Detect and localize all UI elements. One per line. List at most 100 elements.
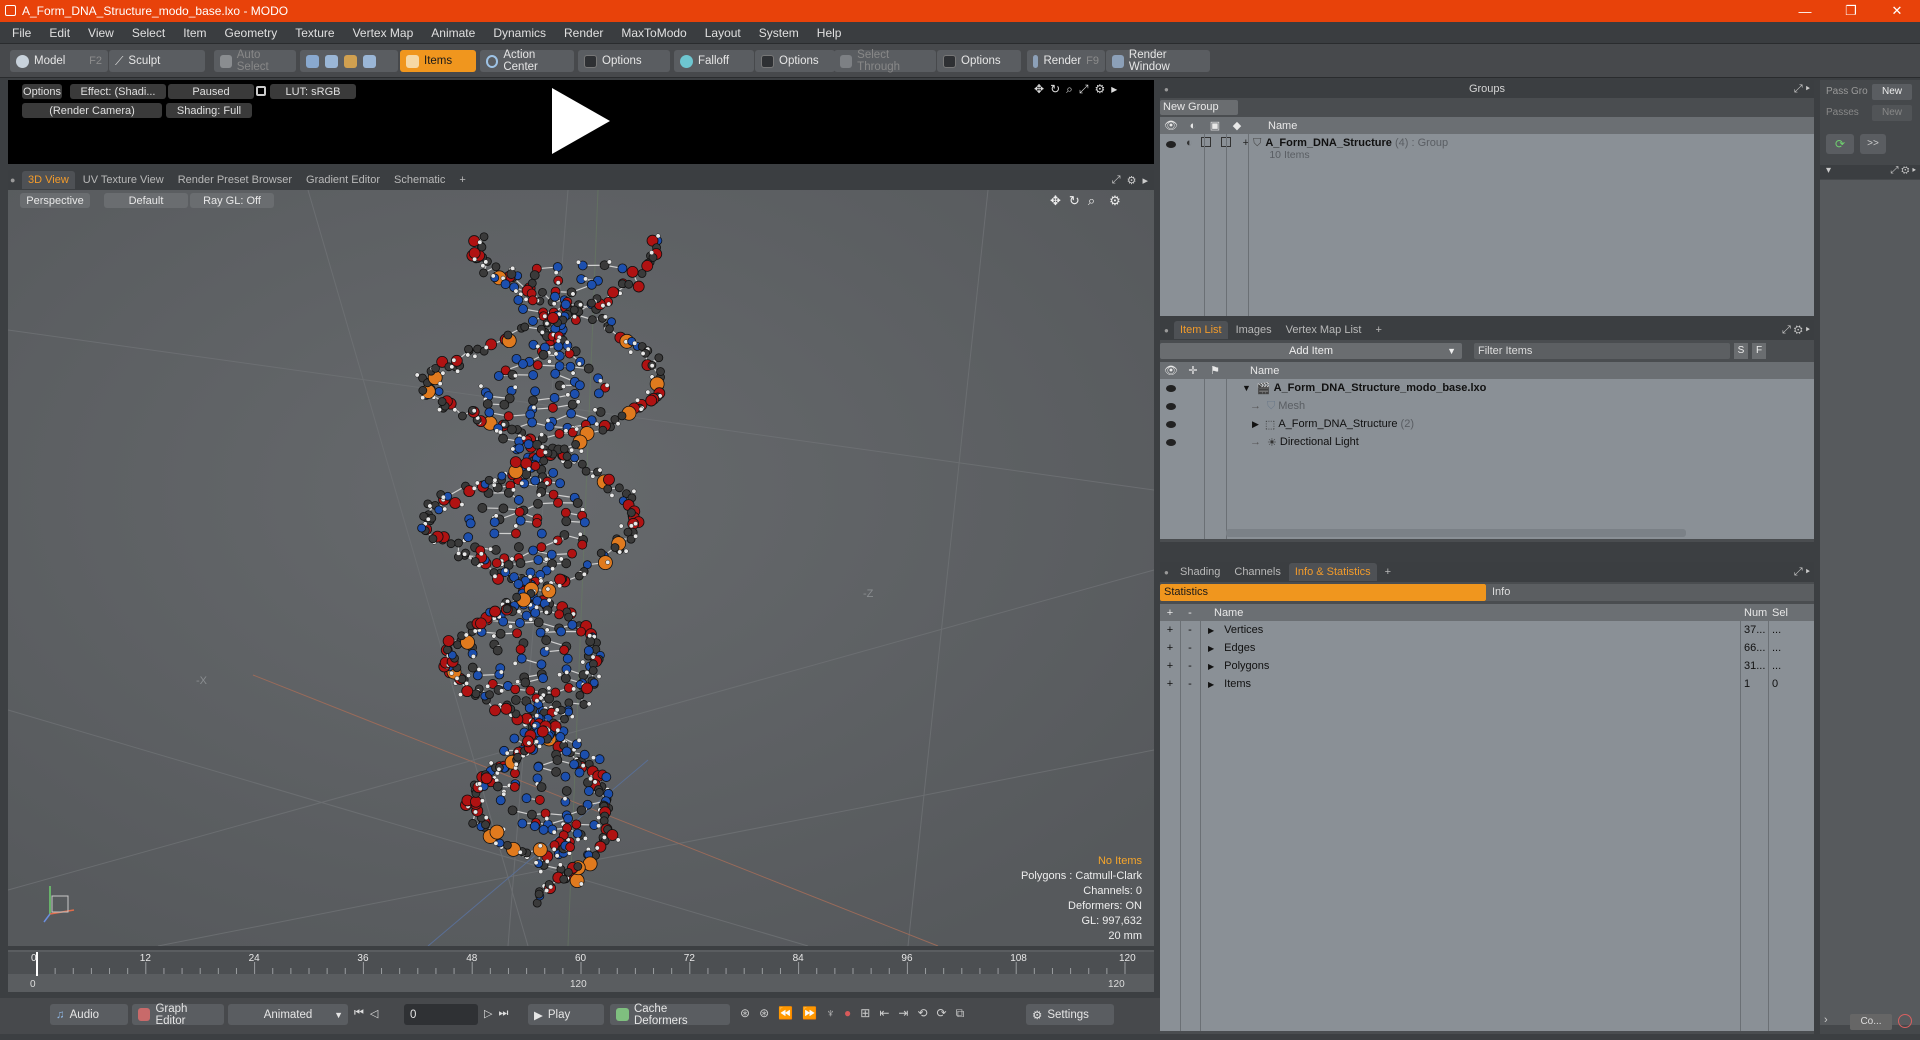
tab-3d-view[interactable]: 3D View bbox=[22, 171, 75, 189]
go-to-start-icon[interactable]: ⏮ bbox=[354, 1007, 364, 1020]
list-item[interactable]: → ☀ Directional Light bbox=[1160, 433, 1814, 451]
bounce-icon[interactable]: ⟳ bbox=[937, 1006, 947, 1021]
auto-key-icon[interactable]: ⊞ bbox=[860, 1006, 870, 1021]
expand-triangle-icon[interactable]: ▶ bbox=[1208, 662, 1214, 671]
prev-key-frame-icon[interactable]: ⏪ bbox=[778, 1006, 793, 1021]
gear-icon[interactable]: ⚙ bbox=[1094, 82, 1105, 97]
visibility-col-icon[interactable]: 👁 bbox=[1160, 119, 1182, 132]
maximize-button[interactable]: ❐ bbox=[1828, 0, 1874, 22]
expand-all-icon[interactable]: + bbox=[1160, 607, 1180, 619]
falloff-button[interactable]: Falloff bbox=[674, 50, 754, 72]
menu-animate[interactable]: Animate bbox=[422, 26, 484, 40]
menu-texture[interactable]: Texture bbox=[286, 26, 343, 40]
falloff-options-button[interactable]: Options bbox=[755, 50, 835, 72]
refresh-button[interactable]: ⟳ bbox=[1826, 134, 1854, 154]
tab-uv-texture-view[interactable]: UV Texture View bbox=[77, 171, 170, 189]
add-tab-button[interactable]: + bbox=[453, 171, 471, 189]
materials-mode-icon[interactable] bbox=[363, 54, 376, 68]
bake-icon[interactable]: ⧉ bbox=[956, 1006, 965, 1021]
add-tab-button[interactable]: + bbox=[1369, 321, 1387, 339]
render-button[interactable]: Render F9 bbox=[1027, 50, 1105, 72]
render-toggle-icon[interactable]: ◐ bbox=[1186, 137, 1193, 149]
menu-system[interactable]: System bbox=[750, 26, 808, 40]
fit-icon[interactable]: ⤢ bbox=[1079, 82, 1089, 97]
menu-edit[interactable]: Edit bbox=[40, 26, 79, 40]
audio-button[interactable]: ♫ Audio bbox=[50, 1004, 128, 1025]
preview-options-button[interactable]: Options bbox=[22, 84, 62, 99]
stats-row[interactable]: + - ▶ Vertices 37...... bbox=[1160, 621, 1814, 639]
key-icon[interactable]: ⊛ bbox=[740, 1006, 750, 1021]
tab-images[interactable]: Images bbox=[1230, 321, 1278, 339]
edges-mode-icon[interactable] bbox=[325, 54, 338, 68]
render-col-icon[interactable]: ◐ bbox=[1182, 120, 1204, 132]
menu-vertex-map[interactable]: Vertex Map bbox=[344, 26, 423, 40]
maximize-icon[interactable]: ⤢ bbox=[1112, 174, 1121, 187]
new-group-button[interactable]: New Group bbox=[1160, 100, 1238, 115]
tab-render-preset-browser[interactable]: Render Preset Browser bbox=[172, 171, 298, 189]
lock-icon[interactable] bbox=[256, 86, 266, 96]
menu-item[interactable]: Item bbox=[174, 26, 215, 40]
paused-button[interactable]: Paused bbox=[168, 84, 254, 99]
loop-icon[interactable]: ⟲ bbox=[917, 1006, 927, 1021]
info-tab[interactable]: Info bbox=[1486, 584, 1814, 601]
expand-more-button[interactable]: >> bbox=[1860, 134, 1886, 154]
effect-dropdown[interactable]: Effect: (Shadi... bbox=[70, 84, 166, 99]
previous-key-icon[interactable]: ◁ bbox=[370, 1007, 378, 1020]
action-center-button[interactable]: Action Center bbox=[480, 49, 574, 73]
collapse-all-icon[interactable]: - bbox=[1180, 607, 1200, 619]
dna-model[interactable] bbox=[8, 190, 1154, 946]
eye-icon[interactable] bbox=[1166, 420, 1176, 428]
menu-maxtomodo[interactable]: MaxToModo bbox=[612, 26, 695, 40]
list-item[interactable]: ▶ ⬚ A_Form_DNA_Structure (2) bbox=[1160, 415, 1814, 433]
step-forward-icon[interactable]: ⇥ bbox=[898, 1006, 908, 1021]
add-item-dropdown[interactable]: Add Item ▼ bbox=[1160, 343, 1462, 359]
lut-dropdown[interactable]: LUT: sRGB bbox=[270, 84, 356, 99]
curve-icon[interactable]: ♆ bbox=[826, 1006, 835, 1021]
s-button[interactable]: S bbox=[1734, 343, 1748, 359]
panel-menu-icon[interactable]: ● bbox=[8, 175, 22, 185]
perspective-dropdown[interactable]: Perspective bbox=[20, 193, 90, 208]
lock-toggle-icon[interactable] bbox=[1200, 137, 1211, 147]
auto-select-button[interactable]: Auto Select bbox=[214, 49, 296, 73]
expand-arrow-icon[interactable]: ▸ bbox=[1111, 82, 1117, 97]
zoom-icon[interactable]: ⌕ bbox=[1088, 193, 1095, 209]
lock-col-icon[interactable]: ✛ bbox=[1182, 364, 1204, 377]
expand-triangle-icon[interactable]: ▶ bbox=[1208, 680, 1214, 689]
list-item[interactable]: ▼ 🎬 A_Form_DNA_Structure_modo_base.lxo bbox=[1160, 379, 1814, 397]
tab-channels[interactable]: Channels bbox=[1228, 563, 1286, 581]
collapse-arrow-icon[interactable]: › bbox=[1824, 1014, 1828, 1026]
render-window-button[interactable]: Render Window bbox=[1106, 49, 1210, 73]
cache-deformers-button[interactable]: Cache Deformers bbox=[610, 1003, 730, 1027]
expand-plus-icon[interactable]: + bbox=[1160, 642, 1180, 654]
raygl-dropdown[interactable]: Ray GL: Off bbox=[190, 193, 274, 208]
tab-info-statistics[interactable]: Info & Statistics bbox=[1288, 563, 1377, 581]
tab-vertex-map-list[interactable]: Vertex Map List bbox=[1280, 321, 1368, 339]
stats-row[interactable]: + - ▶ Edges 66...... bbox=[1160, 639, 1814, 657]
expand-plus-icon[interactable]: + bbox=[1160, 678, 1180, 690]
menu-file[interactable]: File bbox=[0, 26, 40, 40]
expand-plus-icon[interactable]: + bbox=[1160, 624, 1180, 636]
polygons-mode-icon[interactable] bbox=[344, 54, 357, 68]
list-item[interactable]: → ⛉ Mesh bbox=[1160, 397, 1814, 415]
record-toggle-icon[interactable] bbox=[1898, 1014, 1912, 1028]
co-button[interactable]: Co... bbox=[1850, 1014, 1892, 1030]
animated-dropdown[interactable]: Animated ▼ bbox=[228, 1004, 348, 1025]
settings-button[interactable]: ⚙ Settings bbox=[1026, 1004, 1114, 1025]
go-to-end-icon[interactable]: ⏭ bbox=[498, 1007, 508, 1020]
lock-col-icon[interactable]: ▣ bbox=[1204, 119, 1226, 132]
gear-icon[interactable]: ⚙ bbox=[1109, 193, 1121, 209]
collapse-minus-icon[interactable]: - bbox=[1180, 678, 1200, 690]
rotate-icon[interactable]: ↻ bbox=[1069, 193, 1080, 209]
minimize-button[interactable]: — bbox=[1782, 0, 1828, 22]
menu-geometry[interactable]: Geometry bbox=[216, 26, 287, 40]
render-camera-dropdown[interactable]: (Render Camera) bbox=[22, 103, 162, 118]
shading-dropdown[interactable]: Shading: Full bbox=[166, 103, 252, 118]
menu-layout[interactable]: Layout bbox=[696, 26, 750, 40]
panel-menu-icon[interactable]: ● bbox=[1164, 85, 1169, 94]
menu-view[interactable]: View bbox=[79, 26, 123, 40]
expand-plus-icon[interactable]: + bbox=[1160, 660, 1180, 672]
graph-editor-button[interactable]: Graph Editor bbox=[132, 1003, 224, 1027]
eye-icon[interactable] bbox=[1166, 402, 1176, 410]
action-center-options-button[interactable]: Options bbox=[578, 50, 670, 72]
group-row[interactable]: ◐ + ⛉ A_Form_DNA_Structure (4) : Group 1… bbox=[1160, 134, 1814, 162]
